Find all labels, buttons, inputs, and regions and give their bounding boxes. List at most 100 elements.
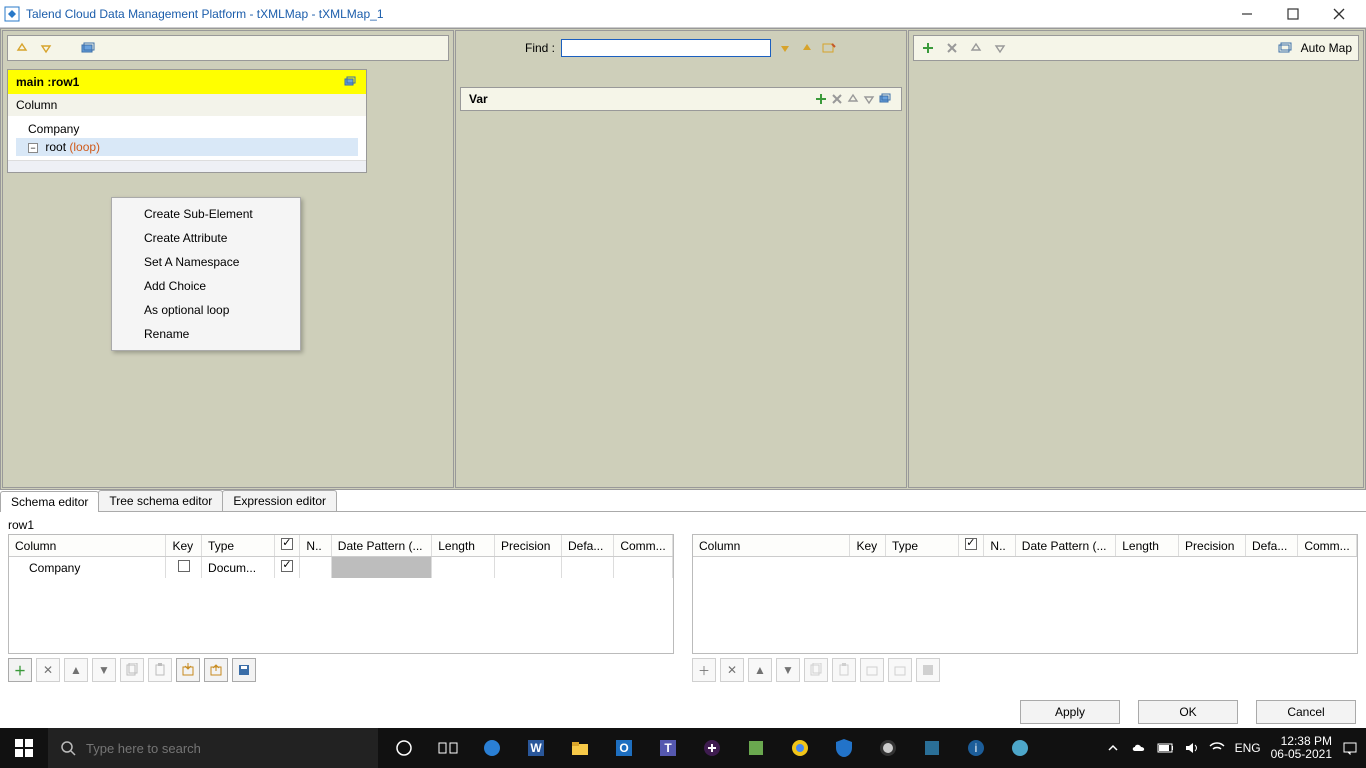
col-column[interactable]: Column: [9, 535, 166, 557]
export-button[interactable]: [204, 658, 228, 682]
tray-overflow-icon[interactable]: [1105, 740, 1121, 756]
cm-add-choice[interactable]: Add Choice: [112, 274, 300, 298]
var-down-icon[interactable]: [861, 91, 877, 107]
remove-row-button[interactable]: ✕: [36, 658, 60, 682]
var-remove-icon[interactable]: [829, 91, 845, 107]
cancel-button[interactable]: Cancel: [1256, 700, 1356, 724]
app-icon-1[interactable]: [734, 728, 778, 768]
cm-create-attribute[interactable]: Create Attribute: [112, 226, 300, 250]
col-precision[interactable]: Precision: [1179, 535, 1246, 557]
out-remove-icon[interactable]: [944, 40, 960, 56]
app-icon-3[interactable]: [910, 728, 954, 768]
explorer-icon[interactable]: [558, 728, 602, 768]
start-button[interactable]: [0, 728, 48, 768]
outlook-icon[interactable]: O: [602, 728, 646, 768]
row-down-button[interactable]: ▼: [92, 658, 116, 682]
maximize-button[interactable]: [1270, 0, 1316, 28]
col-precision[interactable]: Precision: [495, 535, 562, 557]
table-row[interactable]: Company Docum...: [9, 557, 673, 579]
security-icon[interactable]: [822, 728, 866, 768]
col-length[interactable]: Length: [1116, 535, 1179, 557]
tab-expression-editor[interactable]: Expression editor: [222, 490, 337, 511]
word-icon[interactable]: W: [514, 728, 558, 768]
tab-tree-schema-editor[interactable]: Tree schema editor: [98, 490, 223, 511]
notifications-icon[interactable]: [1342, 740, 1358, 756]
cell-column[interactable]: Company: [9, 557, 166, 579]
taskbar-search-input[interactable]: [86, 741, 346, 756]
input-tree-title-row[interactable]: main :row1: [8, 70, 366, 94]
cm-rename[interactable]: Rename: [112, 322, 300, 346]
col-key[interactable]: Key: [850, 535, 886, 557]
app-icon-5[interactable]: [998, 728, 1042, 768]
cell-type[interactable]: Docum...: [202, 557, 275, 579]
col-n[interactable]: N..: [984, 535, 1015, 557]
col-n[interactable]: N..: [300, 535, 331, 557]
paste-button[interactable]: [832, 658, 856, 682]
tree-item-company[interactable]: Company: [16, 120, 358, 138]
add-row-button[interactable]: ＋: [692, 658, 716, 682]
col-comment[interactable]: Comm...: [614, 535, 673, 557]
minimize-tree-icon[interactable]: [80, 40, 96, 56]
ok-button[interactable]: OK: [1138, 700, 1238, 724]
close-button[interactable]: [1316, 0, 1362, 28]
find-input[interactable]: [561, 39, 771, 57]
cell-n-chk[interactable]: [281, 560, 293, 572]
tree-expand-icon[interactable]: [342, 74, 358, 90]
out-down-icon[interactable]: [992, 40, 1008, 56]
col-comment[interactable]: Comm...: [1298, 535, 1357, 557]
find-next-icon[interactable]: [777, 40, 793, 56]
app-icon-4[interactable]: i: [954, 728, 998, 768]
row-up-button[interactable]: ▲: [64, 658, 88, 682]
automap-icon[interactable]: [1277, 40, 1293, 56]
col-default[interactable]: Defa...: [1246, 535, 1298, 557]
move-up-icon[interactable]: [14, 40, 30, 56]
slack-icon[interactable]: [690, 728, 734, 768]
var-up-icon[interactable]: [845, 91, 861, 107]
add-row-button[interactable]: ＋: [8, 658, 32, 682]
var-add-icon[interactable]: [813, 91, 829, 107]
col-date-pattern[interactable]: Date Pattern (...: [1015, 535, 1115, 557]
tab-schema-editor[interactable]: Schema editor: [0, 491, 99, 512]
chrome-icon[interactable]: [778, 728, 822, 768]
import-button[interactable]: [860, 658, 884, 682]
col-length[interactable]: Length: [432, 535, 495, 557]
col-column[interactable]: Column: [693, 535, 850, 557]
col-date-pattern[interactable]: Date Pattern (...: [331, 535, 431, 557]
cell-key-chk[interactable]: [178, 560, 190, 572]
find-prev-icon[interactable]: [799, 40, 815, 56]
cortana-icon[interactable]: [382, 728, 426, 768]
task-view-icon[interactable]: [426, 728, 470, 768]
automap-button[interactable]: Auto Map: [1301, 41, 1352, 55]
taskbar-clock[interactable]: 12:38 PM 06-05-2021: [1271, 735, 1332, 761]
col-n-chk[interactable]: [275, 535, 300, 557]
out-add-icon[interactable]: [920, 40, 936, 56]
out-up-icon[interactable]: [968, 40, 984, 56]
cm-as-optional-loop[interactable]: As optional loop: [112, 298, 300, 322]
cm-set-namespace[interactable]: Set A Namespace: [112, 250, 300, 274]
row-down-button[interactable]: ▼: [776, 658, 800, 682]
copy-button[interactable]: [804, 658, 828, 682]
row-up-button[interactable]: ▲: [748, 658, 772, 682]
volume-icon[interactable]: [1183, 740, 1199, 756]
tree-item-root[interactable]: − root (loop): [16, 138, 358, 156]
find-highlight-icon[interactable]: [821, 40, 837, 56]
minimize-button[interactable]: [1224, 0, 1270, 28]
save-button[interactable]: [916, 658, 940, 682]
col-default[interactable]: Defa...: [562, 535, 614, 557]
app-icon-2[interactable]: [866, 728, 910, 768]
onedrive-icon[interactable]: [1131, 740, 1147, 756]
teams-icon[interactable]: T: [646, 728, 690, 768]
taskbar-search[interactable]: [48, 728, 378, 768]
var-minimize-icon[interactable]: [877, 91, 893, 107]
export-button[interactable]: [888, 658, 912, 682]
wifi-icon[interactable]: [1209, 740, 1225, 756]
edge-icon[interactable]: [470, 728, 514, 768]
cm-create-sub-element[interactable]: Create Sub-Element: [112, 202, 300, 226]
battery-icon[interactable]: [1157, 740, 1173, 756]
paste-button[interactable]: [148, 658, 172, 682]
col-type[interactable]: Type: [886, 535, 959, 557]
apply-button[interactable]: Apply: [1020, 700, 1120, 724]
col-n-chk[interactable]: [959, 535, 984, 557]
move-down-icon[interactable]: [38, 40, 54, 56]
col-key[interactable]: Key: [166, 535, 202, 557]
